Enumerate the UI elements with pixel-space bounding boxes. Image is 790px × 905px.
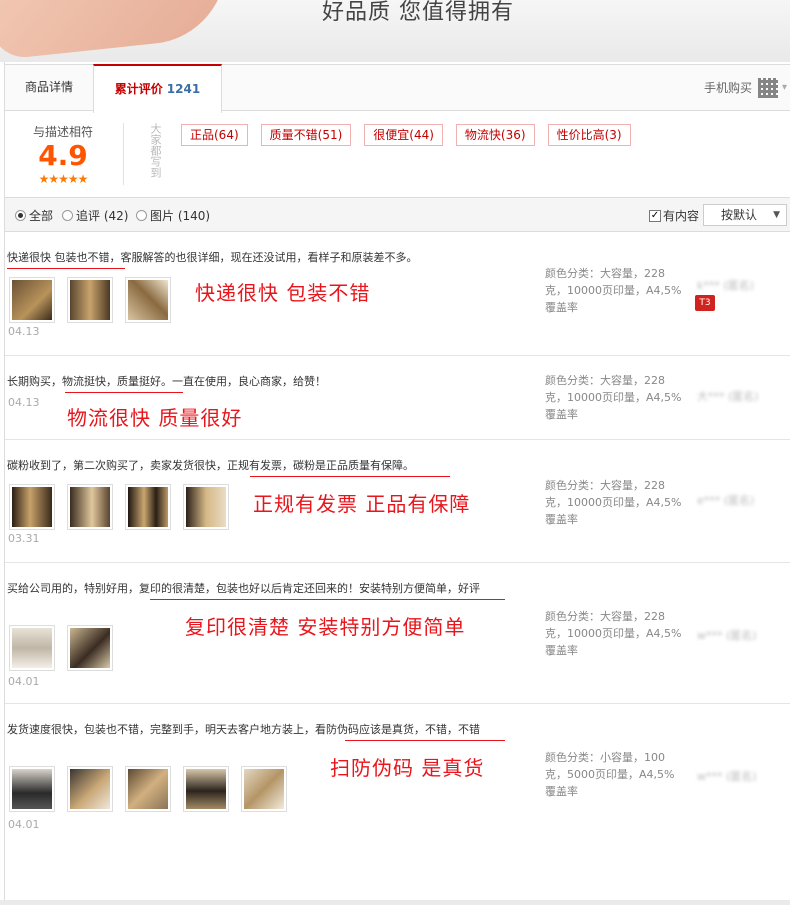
chevron-down-icon: ▾ — [781, 82, 787, 93]
filter-all-label: 全部 — [29, 209, 54, 223]
highlight-caption: 扫防伪码 是真货 — [330, 756, 485, 780]
filter-pictures-label: 图片 (140) — [150, 209, 211, 223]
review-photo[interactable] — [9, 484, 55, 530]
tag-good-quality[interactable]: 质量不错(51) — [260, 124, 352, 146]
reviewer-name: 大*** (匿名) — [697, 390, 759, 403]
reviewer-name: w*** (匿名) — [697, 629, 757, 642]
review-photo[interactable] — [183, 766, 229, 812]
filter-pictures[interactable]: 图片 (140) — [136, 207, 210, 224]
radio-icon[interactable] — [62, 210, 73, 221]
review-thumbnails — [9, 277, 171, 323]
review-date: 04.13 — [8, 396, 40, 409]
review-thumbnails — [9, 625, 113, 671]
review-date: 04.01 — [8, 818, 40, 831]
has-content-label: 有内容 — [663, 209, 700, 223]
review-item: 发货速度很快，包装也不错，完整到手，明天去客户地方装上，看防伪码应该是真货，不错… — [5, 704, 790, 839]
banner: 好品质 您值得拥有 — [0, 0, 790, 62]
tag-cheap[interactable]: 很便宜(44) — [364, 124, 443, 146]
divider — [123, 123, 124, 185]
review-text: 发货速度很快，包装也不错，完整到手，明天去客户地方装上，看防伪码应该是真货，不错… — [7, 723, 480, 736]
review-photo[interactable] — [67, 625, 113, 671]
tag-genuine[interactable]: 正品(64) — [181, 124, 248, 146]
reviewer-name: e*** (匿名) — [697, 494, 755, 507]
review-photo[interactable] — [67, 277, 113, 323]
mobile-buy-label: 手机购买 — [703, 81, 752, 95]
filter-follow-label: 追评 (42) — [76, 209, 129, 223]
tab-reviews[interactable]: 累计评价 1241 — [93, 64, 222, 113]
review-sku: 颜色分类：大容量，228克，10000页印量，A4,5%覆盖率 — [545, 610, 682, 657]
chevron-down-icon: ▼ — [773, 210, 780, 220]
highlight-caption: 正规有发票 正品有保障 — [253, 492, 471, 516]
score-box: 与描述相符 4.9 ★★★★★ — [13, 123, 113, 186]
rating-summary: 与描述相符 4.9 ★★★★★ 大家都写到 正品(64) 质量不错(51) 很便… — [5, 111, 790, 198]
review-item: 长期购买，物流挺快，质量挺好。一直在使用，良心商家，给赞！ 04.13 物流很快… — [5, 356, 790, 440]
review-thumbnails — [9, 766, 287, 812]
review-date: 04.13 — [8, 325, 40, 338]
filter-bar: 全部 追评 (42) 图片 (140) ✓ 有内容 按默认 ▼ — [5, 198, 790, 232]
review-sku: 颜色分类：大容量，228克，10000页印量，A4,5%覆盖率 — [545, 267, 682, 314]
review-text: 快递很快 包装也不错，客服解答的也很详细，现在还没试用，看样子和原装差不多。 — [7, 251, 418, 264]
tab-reviews-label: 累计评价 — [114, 82, 163, 96]
highlight-underline — [7, 268, 125, 269]
review-sku: 颜色分类：大容量，228克，10000页印量，A4,5%覆盖率 — [545, 374, 682, 421]
hand-image — [0, 0, 234, 61]
review-date: 04.01 — [8, 675, 40, 688]
qr-code-icon — [757, 78, 778, 98]
review-photo[interactable] — [67, 766, 113, 812]
radio-selected-icon[interactable] — [15, 210, 26, 221]
review-photo[interactable] — [67, 484, 113, 530]
filter-follow-up[interactable]: 追评 (42) — [62, 207, 128, 224]
reviewer-name: w*** (匿名) — [697, 770, 757, 783]
review-item: 买给公司用的，特别好用，复印的很清楚，包装也好以后肯定还回来的！安装特别方便简单… — [5, 563, 790, 704]
review-photo[interactable] — [9, 625, 55, 671]
review-photo[interactable] — [241, 766, 287, 812]
review-photo[interactable] — [9, 766, 55, 812]
tags-caption: 大家都写到 — [149, 123, 162, 178]
has-content-checkbox[interactable]: ✓ 有内容 — [649, 207, 699, 224]
review-date: 03.31 — [8, 532, 40, 545]
bottom-bar — [0, 900, 790, 905]
highlight-underline — [250, 476, 450, 477]
review-panel: 商品详情 累计评价 1241 手机购买 ▾ 与描述相符 4.9 ★★★★★ 大家都… — [4, 62, 790, 905]
tab-reviews-count: 1241 — [166, 82, 201, 96]
review-thumbnails — [9, 484, 229, 530]
tag-fast-shipping[interactable]: 物流快(36) — [455, 124, 535, 146]
tag-value[interactable]: 性价比高(3) — [547, 124, 631, 146]
tab-bar: 商品详情 累计评价 1241 手机购买 ▾ — [5, 64, 790, 113]
highlight-underline — [65, 392, 183, 393]
filter-all[interactable]: 全部 — [15, 207, 53, 224]
score-value: 4.9 — [38, 139, 88, 172]
review-photo[interactable] — [125, 766, 171, 812]
review-item: 碳粉收到了，第二次购买了，卖家发货很快，正规有发票，碳粉是正品质量有保障。 正规… — [5, 440, 790, 563]
highlight-underline — [345, 740, 505, 741]
review-text: 买给公司用的，特别好用，复印的很清楚，包装也好以后肯定还回来的！安装特别方便简单… — [7, 582, 480, 595]
review-photo[interactable] — [183, 484, 229, 530]
review-sku: 颜色分类：大容量，228克，10000页印量，A4,5%覆盖率 — [545, 479, 682, 526]
mobile-buy[interactable]: 手机购买 ▾ — [704, 77, 787, 99]
review-photo[interactable] — [9, 277, 55, 323]
impression-tags: 正品(64) 质量不错(51) 很便宜(44) 物流快(36) 性价比高(3) — [181, 124, 631, 146]
highlight-caption: 复印很清楚 安装特别方便简单 — [185, 615, 466, 639]
highlight-caption: 物流很快 质量很好 — [67, 406, 243, 430]
review-text: 长期购买，物流挺快，质量挺好。一直在使用，良心商家，给赞！ — [7, 375, 326, 388]
review-photo[interactable] — [125, 484, 171, 530]
review-item: 快递很快 包装也不错，客服解答的也很详细，现在还没试用，看样子和原装差不多。 快… — [5, 233, 790, 356]
review-sku: 颜色分类：小容量，100克，5000页印量，A4,5%覆盖率 — [545, 751, 675, 798]
sort-label: 按默认 — [721, 208, 758, 222]
member-badge-icon: T3 — [695, 295, 715, 311]
score-label: 与描述相符 — [32, 125, 93, 139]
highlight-caption: 快递很快 包装不错 — [195, 281, 371, 305]
highlight-underline — [150, 599, 505, 600]
review-text: 碳粉收到了，第二次购买了，卖家发货很快，正规有发票，碳粉是正品质量有保障。 — [7, 459, 414, 472]
sort-dropdown[interactable]: 按默认 ▼ — [703, 204, 787, 226]
radio-icon[interactable] — [136, 210, 147, 221]
review-photo[interactable] — [125, 277, 171, 323]
reviewer-name: k*** (匿名) — [697, 279, 754, 292]
checkbox-checked-icon[interactable]: ✓ — [649, 209, 661, 222]
banner-slogan: 好品质 您值得拥有 — [322, 0, 514, 25]
star-rating-icon: ★★★★★ — [38, 172, 89, 186]
tab-product-detail[interactable]: 商品详情 — [5, 64, 93, 112]
